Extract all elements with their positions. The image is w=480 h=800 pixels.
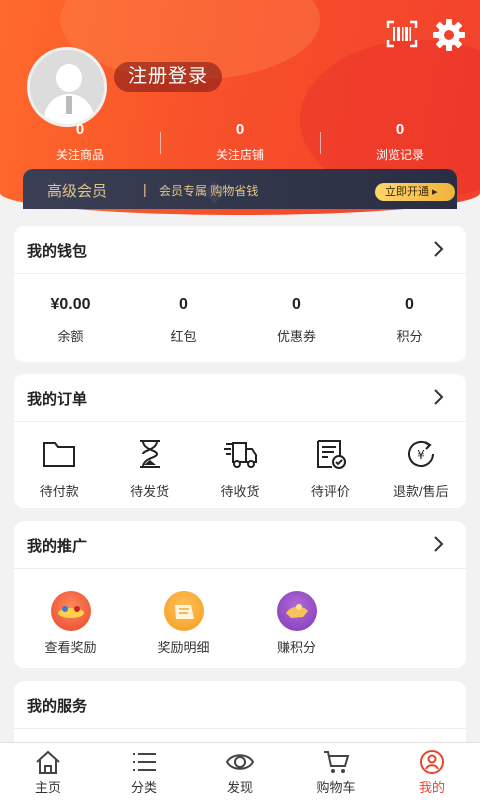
barcode-scan-icon[interactable] <box>386 20 418 48</box>
avatar-head <box>56 64 82 92</box>
stat-divider <box>320 132 321 154</box>
refund-icon: ¥ <box>407 440 434 467</box>
cart-icon <box>324 751 350 773</box>
eye-icon <box>226 754 254 770</box>
tab-cart[interactable]: 购物车 <box>288 743 384 800</box>
earn-points-icon <box>276 591 317 631</box>
tab-label: 分类 <box>130 780 157 795</box>
stat-label: 浏览记录 <box>375 148 424 162</box>
order-pending-payment[interactable]: 待付款 <box>14 438 104 500</box>
truck-icon <box>224 442 258 468</box>
tab-home[interactable]: 主页 <box>0 743 96 800</box>
user-icon <box>420 750 444 774</box>
hourglass-icon <box>139 440 160 468</box>
register-login-button[interactable]: 注册登录 <box>114 62 223 92</box>
promo-label: 奖励明细 <box>157 640 210 655</box>
tab-label: 购物车 <box>316 780 356 795</box>
tab-discover[interactable]: 发现 <box>192 743 288 800</box>
stat-label: 关注商品 <box>55 148 104 162</box>
tab-label: 主页 <box>34 780 61 795</box>
tab-category[interactable]: 分类 <box>96 743 192 800</box>
services-title: 我的服务 <box>27 698 88 715</box>
profile-stats: 0 关注商品 0 关注店铺 0 浏览记录 <box>0 121 480 163</box>
order-pending-shipment[interactable]: 待发货 <box>104 438 194 500</box>
stat-divider <box>160 132 161 154</box>
order-label: 待发货 <box>130 484 170 499</box>
reward-detail-icon <box>163 591 204 631</box>
promo-label: 查看奖励 <box>44 640 97 655</box>
wallet-coupons[interactable]: 0 优惠券 <box>240 294 353 345</box>
tab-label: 发现 <box>226 780 253 795</box>
card-divider <box>14 568 466 569</box>
order-label: 待评价 <box>310 484 350 499</box>
order-label: 待付款 <box>39 484 79 499</box>
orders-card: 我的订单 待付款 待发货 待收货 待评价 ¥ 退款/售后 <box>14 374 466 508</box>
order-items: 待付款 待发货 待收货 待评价 ¥ 退款/售后 <box>14 438 466 500</box>
category-icon <box>133 753 156 771</box>
wallet-balance[interactable]: ¥0.00 余额 <box>14 294 127 345</box>
order-refund-aftersale[interactable]: ¥ 退款/售后 <box>376 438 466 500</box>
chevron-right-icon[interactable] <box>432 238 446 260</box>
card-divider <box>14 421 466 422</box>
home-icon <box>36 750 60 774</box>
folder-icon <box>43 442 76 467</box>
wallet-value: 0 <box>292 296 301 313</box>
stat-label: 关注店铺 <box>215 148 264 162</box>
wallet-value: ¥0.00 <box>50 296 91 313</box>
card-divider <box>14 273 466 274</box>
order-pending-review[interactable]: 待评价 <box>285 438 375 500</box>
promotion-card: 我的推广 查看奖励 奖励明细 赚积分 <box>14 521 466 668</box>
review-icon <box>317 440 347 469</box>
promo-view-rewards[interactable]: 查看奖励 <box>14 591 127 656</box>
settings-gear-icon[interactable] <box>432 18 466 52</box>
chevron-right-icon[interactable] <box>432 533 446 555</box>
svg-text:¥: ¥ <box>417 448 425 462</box>
wallet-label: 积分 <box>396 329 423 344</box>
vip-title: 高级会员 <box>47 183 108 200</box>
stat-followed-products[interactable]: 0 关注商品 <box>0 121 160 163</box>
avatar-tie <box>66 96 72 114</box>
wallet-value: 0 <box>179 296 188 313</box>
promotion-items: 查看奖励 奖励明细 赚积分 <box>14 591 354 656</box>
vip-banner[interactable]: ◆ 高级会员 | 会员专属 购物省钱 立即开通 ▸ <box>23 169 457 209</box>
promotion-title: 我的推广 <box>27 538 88 555</box>
wallet-label: 余额 <box>57 329 84 344</box>
card-divider <box>14 728 466 729</box>
stat-followed-shops[interactable]: 0 关注店铺 <box>160 121 320 163</box>
avatar[interactable] <box>27 47 107 127</box>
vip-open-button[interactable]: 立即开通 ▸ <box>375 183 455 201</box>
orders-title: 我的订单 <box>27 391 88 408</box>
order-pending-receipt[interactable]: 待收货 <box>195 438 285 500</box>
bottom-tabbar: 主页 分类 发现 购物车 我的 <box>0 742 480 800</box>
wallet-value: 0 <box>405 296 414 313</box>
stat-value: 0 <box>395 121 405 138</box>
stat-value: 0 <box>75 121 85 138</box>
promo-earn-points[interactable]: 赚积分 <box>240 591 353 656</box>
wallet-items: ¥0.00 余额 0 红包 0 优惠券 0 积分 <box>14 294 466 345</box>
order-label: 退款/售后 <box>393 484 449 499</box>
promo-reward-details[interactable]: 奖励明细 <box>127 591 240 656</box>
tab-mine[interactable]: 我的 <box>384 743 480 800</box>
tab-label: 我的 <box>418 780 445 795</box>
stat-value: 0 <box>235 121 245 138</box>
wallet-card: 我的钱包 ¥0.00 余额 0 红包 0 优惠券 0 积分 <box>14 226 466 362</box>
wallet-red-packet[interactable]: 0 红包 <box>127 294 240 345</box>
wallet-points[interactable]: 0 积分 <box>353 294 466 345</box>
reward-icon <box>50 591 91 631</box>
order-label: 待收货 <box>220 484 260 499</box>
vip-subtitle: 会员专属 购物省钱 <box>159 184 259 198</box>
wallet-label: 优惠券 <box>276 329 316 344</box>
stat-browse-history[interactable]: 0 浏览记录 <box>320 121 480 163</box>
wallet-label: 红包 <box>170 329 197 344</box>
chevron-right-icon[interactable] <box>432 386 446 408</box>
promo-label: 赚积分 <box>276 640 316 655</box>
wallet-title: 我的钱包 <box>27 243 88 260</box>
vip-separator: | <box>143 181 147 197</box>
